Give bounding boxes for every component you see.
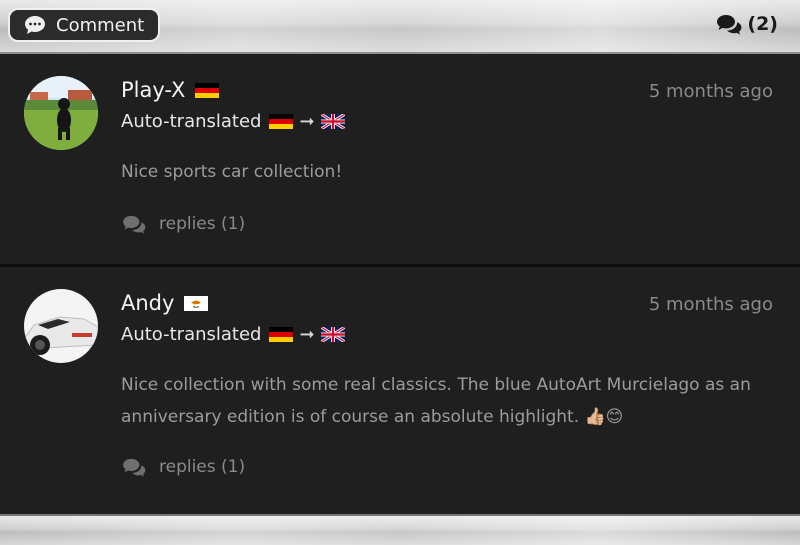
replies-label: replies (1) [159, 457, 246, 477]
author-row: Play-X [121, 78, 220, 102]
comments-icon [123, 458, 146, 477]
replies-link[interactable]: replies (1) [121, 214, 245, 234]
avatar[interactable] [24, 289, 98, 363]
replies-link[interactable]: replies (1) [121, 457, 245, 477]
comment-count-value: (2) [747, 13, 778, 35]
author-name[interactable]: Andy [121, 291, 174, 315]
comment-text: Nice collection with some real classics.… [121, 375, 751, 427]
header-bar: Comment (2) [0, 0, 800, 54]
comment-time: 5 months ago [648, 294, 773, 315]
comments-icon [717, 15, 742, 35]
uk-flag-icon [320, 327, 345, 342]
auto-translated-label: Auto-translated [121, 111, 262, 132]
comments-icon [123, 215, 146, 234]
footer-bar [0, 514, 800, 545]
speech-bubble-icon [25, 16, 45, 34]
auto-translated-row: Auto-translated ➞ [121, 111, 345, 132]
author-row: Andy [121, 291, 209, 315]
avatar-image [24, 289, 98, 363]
author-name[interactable]: Play-X [121, 78, 185, 102]
cyprus-flag-icon [184, 295, 209, 311]
germany-flag-icon [269, 114, 294, 129]
germany-flag-icon [195, 82, 220, 98]
arrow-right-icon: ➞ [299, 111, 315, 132]
comment-button-label: Comment [56, 14, 145, 36]
auto-translated-row: Auto-translated ➞ [121, 324, 345, 345]
auto-translated-label: Auto-translated [121, 324, 262, 345]
avatar[interactable] [24, 76, 98, 150]
comment-button[interactable]: Comment [8, 8, 160, 42]
comment-item: Andy 5 months ago Auto-translated ➞ Nice… [0, 267, 800, 514]
comment-count: (2) [716, 13, 778, 35]
germany-flag-icon [269, 327, 294, 342]
uk-flag-icon [320, 114, 345, 129]
comment-time: 5 months ago [648, 81, 773, 102]
comment-item: Play-X 5 months ago Auto-translated ➞ Ni… [0, 54, 800, 264]
comment-text: Nice sports car collection! [121, 162, 343, 182]
arrow-right-icon: ➞ [299, 324, 315, 345]
replies-label: replies (1) [159, 214, 246, 234]
avatar-image [24, 76, 98, 150]
